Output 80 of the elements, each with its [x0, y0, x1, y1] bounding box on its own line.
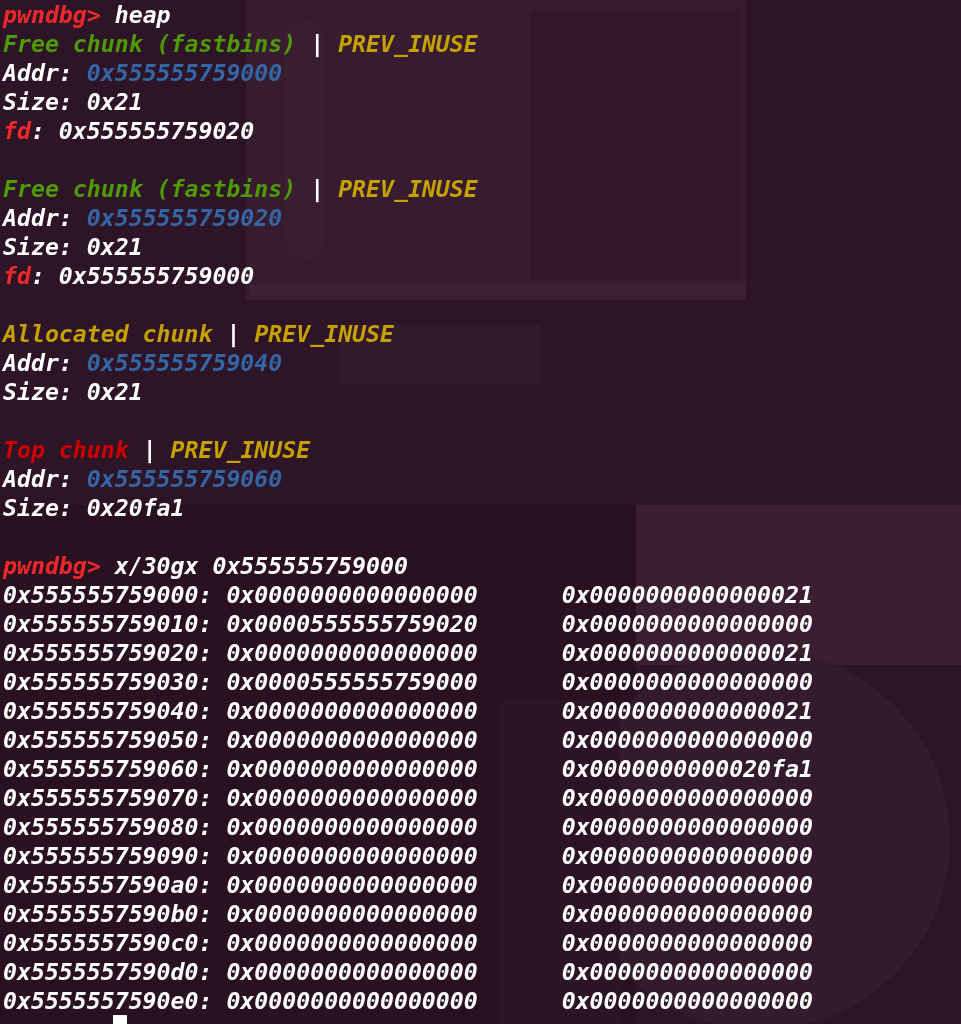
separator-text: |: [310, 174, 325, 203]
memory-word: 0x0000000000000000: [561, 841, 813, 870]
field-value: 0x21: [86, 232, 143, 261]
memory-address: 0x555555759060:: [3, 754, 213, 783]
memory-word: 0x0000000000000000: [561, 899, 813, 928]
memory-word: 0x0000000000000000: [561, 928, 813, 957]
memory-word: 0x0000000000000000: [226, 957, 478, 986]
field-value: 0x20fa1: [86, 493, 185, 522]
memory-word: 0x0000000000000000: [226, 812, 478, 841]
field-value: 0x21: [86, 377, 143, 406]
separator-text: |: [142, 435, 157, 464]
memory-address: 0x5555557590c0:: [3, 928, 213, 957]
field-label: Addr:: [3, 58, 73, 87]
memory-address: 0x555555759080:: [3, 812, 213, 841]
field-label: Addr:: [3, 203, 73, 232]
flag-text: PREV_INUSE: [254, 319, 394, 348]
address-value: 0x555555759000: [86, 58, 283, 87]
memory-address: 0x5555557590b0:: [3, 899, 213, 928]
memory-address: 0x5555557590e0:: [3, 986, 213, 1015]
memory-address: 0x5555557590a0:: [3, 870, 213, 899]
field-label: Size:: [3, 377, 73, 406]
memory-word: 0x0000555555759000: [226, 667, 478, 696]
memory-word: 0x0000000000000000: [226, 638, 478, 667]
memory-word: 0x0000000000020fa1: [561, 754, 813, 783]
command-text: x/30gx 0x555555759000: [114, 551, 408, 580]
memory-word: 0x0000000000000021: [561, 580, 813, 609]
memory-address: 0x555555759090:: [3, 841, 213, 870]
memory-word: 0x0000000000000000: [561, 870, 813, 899]
chunk-type: Top chunk: [3, 435, 129, 464]
command-text: heap: [114, 0, 171, 29]
memory-word: 0x0000000000000000: [226, 841, 478, 870]
flag-text: PREV_INUSE: [338, 174, 478, 203]
address-value: 0x555555759060: [86, 464, 283, 493]
memory-address: 0x555555759020:: [3, 638, 213, 667]
memory-word: 0x0000000000000000: [226, 754, 478, 783]
memory-word: 0x0000000000000000: [226, 696, 478, 725]
memory-word: 0x0000555555759020: [226, 609, 478, 638]
memory-address: 0x555555759030:: [3, 667, 213, 696]
separator-text: |: [310, 29, 325, 58]
memory-word: 0x0000000000000000: [561, 783, 813, 812]
chunk-type: Free chunk (fastbins): [3, 174, 297, 203]
field-label: fd: [3, 261, 31, 290]
flag-text: PREV_INUSE: [170, 435, 311, 464]
memory-address: 0x555555759000:: [3, 580, 213, 609]
memory-word: 0x0000000000000000: [226, 725, 478, 754]
memory-word: 0x0000000000000000: [226, 899, 478, 928]
memory-word: 0x0000000000000021: [561, 638, 813, 667]
chunk-type: Free chunk (fastbins): [3, 29, 297, 58]
prompt-text: pwndbg>: [3, 551, 101, 580]
memory-word: 0x0000000000000000: [561, 667, 813, 696]
prompt-text: pwndbg>: [3, 0, 101, 29]
memory-address: 0x5555557590d0:: [3, 957, 213, 986]
chunk-type: Allocated chunk: [3, 319, 213, 348]
memory-word: 0x0000000000000000: [226, 783, 478, 812]
field-label: Size:: [3, 87, 73, 116]
memory-word: 0x0000000000000000: [561, 986, 813, 1015]
address-value: 0x555555759020: [86, 203, 283, 232]
memory-word: 0x0000000000000000: [226, 870, 478, 899]
memory-word: 0x0000000000000000: [561, 609, 813, 638]
memory-word: 0x0000000000000000: [561, 957, 813, 986]
field-label: Addr:: [3, 348, 73, 377]
memory-address: 0x555555759010:: [3, 609, 213, 638]
memory-word: 0x0000000000000000: [226, 580, 478, 609]
memory-word: 0x0000000000000000: [226, 986, 478, 1015]
memory-address: 0x555555759070:: [3, 783, 213, 812]
memory-word: 0x0000000000000000: [561, 812, 813, 841]
cursor: [113, 1015, 127, 1024]
memory-word: 0x0000000000000000: [561, 725, 813, 754]
separator-text: |: [226, 319, 241, 348]
memory-address: 0x555555759050:: [3, 725, 213, 754]
field-label: Size:: [3, 232, 73, 261]
memory-word: 0x0000000000000021: [561, 696, 813, 725]
field-value: 0x21: [86, 87, 143, 116]
field-label: Addr:: [3, 464, 73, 493]
field-label: fd: [3, 116, 31, 145]
field-label: Size:: [3, 493, 73, 522]
memory-word: 0x0000000000000000: [226, 928, 478, 957]
address-value: 0x555555759040: [86, 348, 283, 377]
flag-text: PREV_INUSE: [338, 29, 478, 58]
memory-address: 0x555555759040:: [3, 696, 213, 725]
